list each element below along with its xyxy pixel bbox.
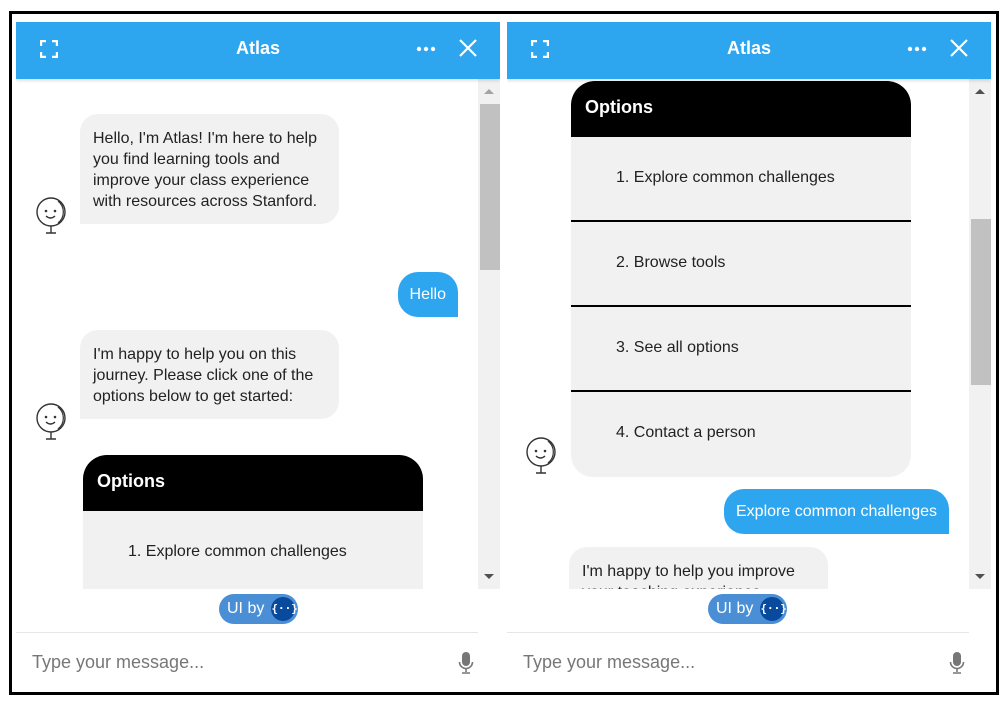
option-explore-common-challenges[interactable]: 1. Explore common challenges	[571, 137, 911, 222]
option-browse-tools[interactable]: 2. Browse tools	[571, 222, 911, 307]
message-scrollbar[interactable]	[478, 79, 500, 589]
message-composer	[16, 634, 500, 690]
chat-header: Atlas	[507, 22, 991, 79]
scroll-up-arrow-icon[interactable]	[975, 89, 985, 94]
close-icon[interactable]	[458, 38, 478, 58]
ui-by-badge[interactable]: UI by {··}	[219, 594, 299, 624]
message-input[interactable]	[523, 644, 923, 680]
user-message: Explore common challenges	[724, 489, 949, 534]
scrollbar-thumb[interactable]	[480, 104, 500, 270]
scroll-down-arrow-icon[interactable]	[484, 574, 494, 579]
message-list: Options 1. Explore common challenges 2. …	[507, 79, 969, 589]
message-scrollbar[interactable]	[969, 79, 991, 589]
option-see-all-options[interactable]: 3. See all options	[571, 307, 911, 392]
close-icon[interactable]	[949, 38, 969, 58]
chat-widget-left: Atlas Hello, I'm Atlas! I'm here to help…	[16, 22, 500, 690]
bot-message: Hello, I'm Atlas! I'm here to help you f…	[80, 114, 339, 224]
brand-logo-icon: {··}	[760, 597, 787, 621]
options-card: Options 1. Explore common challenges	[83, 455, 423, 589]
message-input[interactable]	[32, 644, 432, 680]
bot-message: I'm happy to help you on this journey. P…	[80, 330, 339, 419]
bot-message: I'm happy to help you improve your teach…	[569, 547, 828, 589]
message-list: Hello, I'm Atlas! I'm here to help you f…	[16, 79, 478, 589]
user-message: Hello	[397, 272, 458, 317]
option-contact-a-person[interactable]: 4. Contact a person	[571, 392, 911, 477]
scrollbar-thumb[interactable]	[971, 219, 991, 385]
option-explore-common-challenges[interactable]: 1. Explore common challenges	[83, 511, 423, 589]
scroll-down-arrow-icon[interactable]	[975, 574, 985, 579]
microphone-icon[interactable]	[458, 652, 474, 674]
ui-by-label: UI by	[227, 600, 265, 617]
ui-by-badge[interactable]: UI by {··}	[708, 594, 788, 624]
more-horizontal-icon[interactable]	[905, 37, 929, 61]
options-title: Options	[571, 81, 911, 137]
screenshot-frame: Atlas Hello, I'm Atlas! I'm here to help…	[9, 11, 999, 695]
ui-by-label: UI by	[716, 600, 754, 617]
chat-widget-right: Atlas Options 1. Explore common challeng…	[507, 22, 991, 690]
branding-area: UI by {··}	[507, 589, 969, 633]
atlas-globe-avatar-icon	[36, 403, 66, 440]
chat-header: Atlas	[16, 22, 500, 79]
options-title: Options	[83, 455, 423, 511]
branding-area: UI by {··}	[16, 589, 478, 633]
options-card: Options 1. Explore common challenges 2. …	[571, 81, 911, 477]
atlas-globe-avatar-icon	[36, 197, 66, 234]
more-horizontal-icon[interactable]	[414, 37, 438, 61]
atlas-globe-avatar-icon	[526, 437, 556, 474]
brand-logo-icon: {··}	[271, 597, 298, 621]
scroll-up-arrow-icon[interactable]	[484, 89, 494, 94]
message-composer	[507, 634, 991, 690]
microphone-icon[interactable]	[949, 652, 965, 674]
